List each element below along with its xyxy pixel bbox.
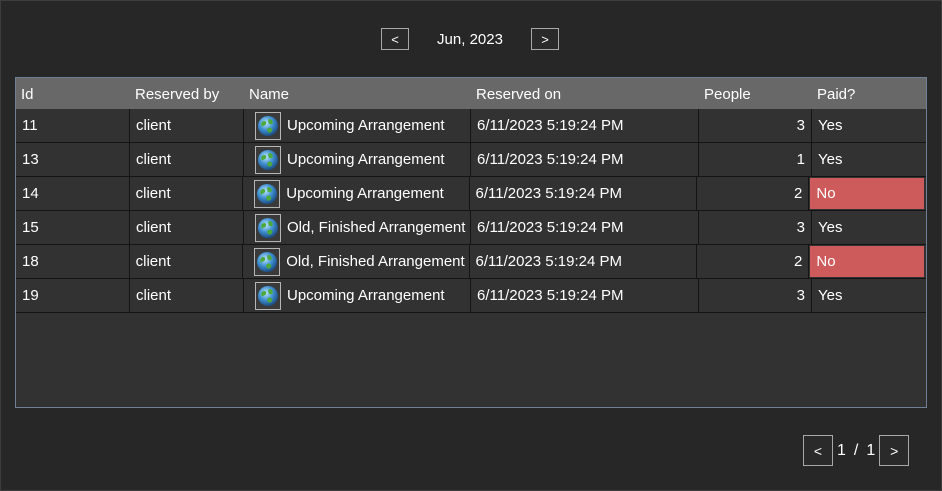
table-row[interactable]: 14 client Upcoming Arrangement 6/11/2023 5:… — [16, 177, 926, 211]
cell-reserved-on[interactable]: 6/11/2023 5:19:24 PM — [470, 177, 697, 210]
month-navigator: < Jun, 2023 > — [381, 27, 559, 51]
next-page-button[interactable]: > — [879, 435, 910, 466]
cell-reserved-by[interactable]: client — [130, 245, 244, 278]
cell-reserved-by[interactable]: client — [130, 177, 244, 210]
cell-reserved-by[interactable]: client — [130, 211, 244, 244]
cell-name[interactable]: Upcoming Arrangement — [243, 177, 470, 210]
pager: < 1 / 1 > — [803, 435, 910, 466]
arrangement-name: Upcoming Arrangement — [287, 287, 445, 304]
column-header-people[interactable]: People — [699, 78, 812, 109]
reservations-table[interactable]: Id Reserved by Name Reserved on People P… — [15, 77, 927, 408]
previous-page-button[interactable]: < — [803, 435, 833, 466]
table-row[interactable]: 11 client Upcoming Arrangement 6/11/2023 5:… — [16, 109, 926, 143]
arrangement-name: Upcoming Arrangement — [286, 185, 444, 202]
globe-icon — [254, 247, 281, 276]
cell-reserved-by[interactable]: client — [130, 109, 244, 142]
cell-people[interactable]: 3 — [699, 279, 812, 312]
cell-paid[interactable]: Yes — [812, 143, 926, 176]
next-month-button[interactable]: > — [531, 28, 559, 50]
column-header-reserved-by[interactable]: Reserved by — [130, 78, 244, 109]
cell-people[interactable]: 3 — [699, 211, 812, 244]
column-header-reserved-on[interactable]: Reserved on — [471, 78, 699, 109]
cell-people[interactable]: 2 — [697, 177, 810, 210]
column-header-name[interactable]: Name — [244, 78, 471, 109]
globe-icon — [255, 145, 281, 174]
cell-name[interactable]: Old, Finished Arrangement — [243, 245, 470, 278]
table-row[interactable]: 15 client Old, Finished Arrangement 6/11/20… — [16, 211, 926, 245]
table-header: Id Reserved by Name Reserved on People P… — [16, 78, 926, 109]
previous-month-button[interactable]: < — [381, 28, 409, 50]
globe-icon — [255, 213, 281, 242]
cell-reserved-on[interactable]: 6/11/2023 5:19:24 PM — [471, 143, 699, 176]
cell-name[interactable]: Upcoming Arrangement — [244, 279, 471, 312]
cell-name[interactable]: Upcoming Arrangement — [244, 143, 471, 176]
cell-reserved-on[interactable]: 6/11/2023 5:19:24 PM — [470, 245, 697, 278]
cell-paid[interactable]: Yes — [812, 109, 926, 142]
table-row[interactable]: 13 client Upcoming Arrangement 6/11/2023 5:… — [16, 143, 926, 177]
table-body: 11 client Upcoming Arrangement 6/11/2023 5:… — [16, 109, 926, 313]
cell-id[interactable]: 15 — [16, 211, 130, 244]
page-separator: / — [853, 441, 859, 459]
table-row[interactable]: 18 client Old, Finished Arrangement 6/11/20… — [16, 245, 926, 279]
cell-name[interactable]: Old, Finished Arrangement — [244, 211, 471, 244]
cell-reserved-on[interactable]: 6/11/2023 5:19:24 PM — [471, 279, 699, 312]
page-indicator: 1 / 1 — [833, 442, 879, 460]
cell-paid[interactable]: No — [810, 246, 924, 277]
table-row[interactable]: 19 client Upcoming Arrangement 6/11/2023 5:… — [16, 279, 926, 313]
current-page: 1 — [837, 441, 846, 459]
cell-reserved-by[interactable]: client — [130, 143, 244, 176]
cell-id[interactable]: 19 — [16, 279, 130, 312]
column-header-paid[interactable]: Paid? — [812, 78, 926, 109]
cell-reserved-by[interactable]: client — [130, 279, 244, 312]
cell-id[interactable]: 14 — [16, 177, 130, 210]
cell-name[interactable]: Upcoming Arrangement — [244, 109, 471, 142]
total-pages: 1 — [866, 441, 876, 459]
arrangement-name: Old, Finished Arrangement — [287, 219, 466, 236]
cell-people[interactable]: 1 — [699, 143, 812, 176]
cell-id[interactable]: 11 — [16, 109, 130, 142]
cell-paid[interactable]: Yes — [812, 211, 926, 244]
cell-people[interactable]: 3 — [699, 109, 812, 142]
cell-paid[interactable]: Yes — [812, 279, 926, 312]
arrangement-name: Upcoming Arrangement — [287, 117, 445, 134]
cell-people[interactable]: 2 — [697, 245, 810, 278]
globe-icon — [255, 111, 281, 140]
globe-icon — [255, 281, 281, 310]
cell-paid[interactable]: No — [810, 178, 924, 209]
arrangement-name: Old, Finished Arrangement — [286, 253, 465, 270]
cell-reserved-on[interactable]: 6/11/2023 5:19:24 PM — [471, 211, 699, 244]
cell-reserved-on[interactable]: 6/11/2023 5:19:24 PM — [471, 109, 699, 142]
current-month-label: Jun, 2023 — [437, 30, 503, 48]
arrangement-name: Upcoming Arrangement — [287, 151, 445, 168]
column-header-id[interactable]: Id — [16, 78, 130, 109]
globe-icon — [254, 179, 281, 208]
cell-id[interactable]: 18 — [16, 245, 130, 278]
cell-id[interactable]: 13 — [16, 143, 130, 176]
